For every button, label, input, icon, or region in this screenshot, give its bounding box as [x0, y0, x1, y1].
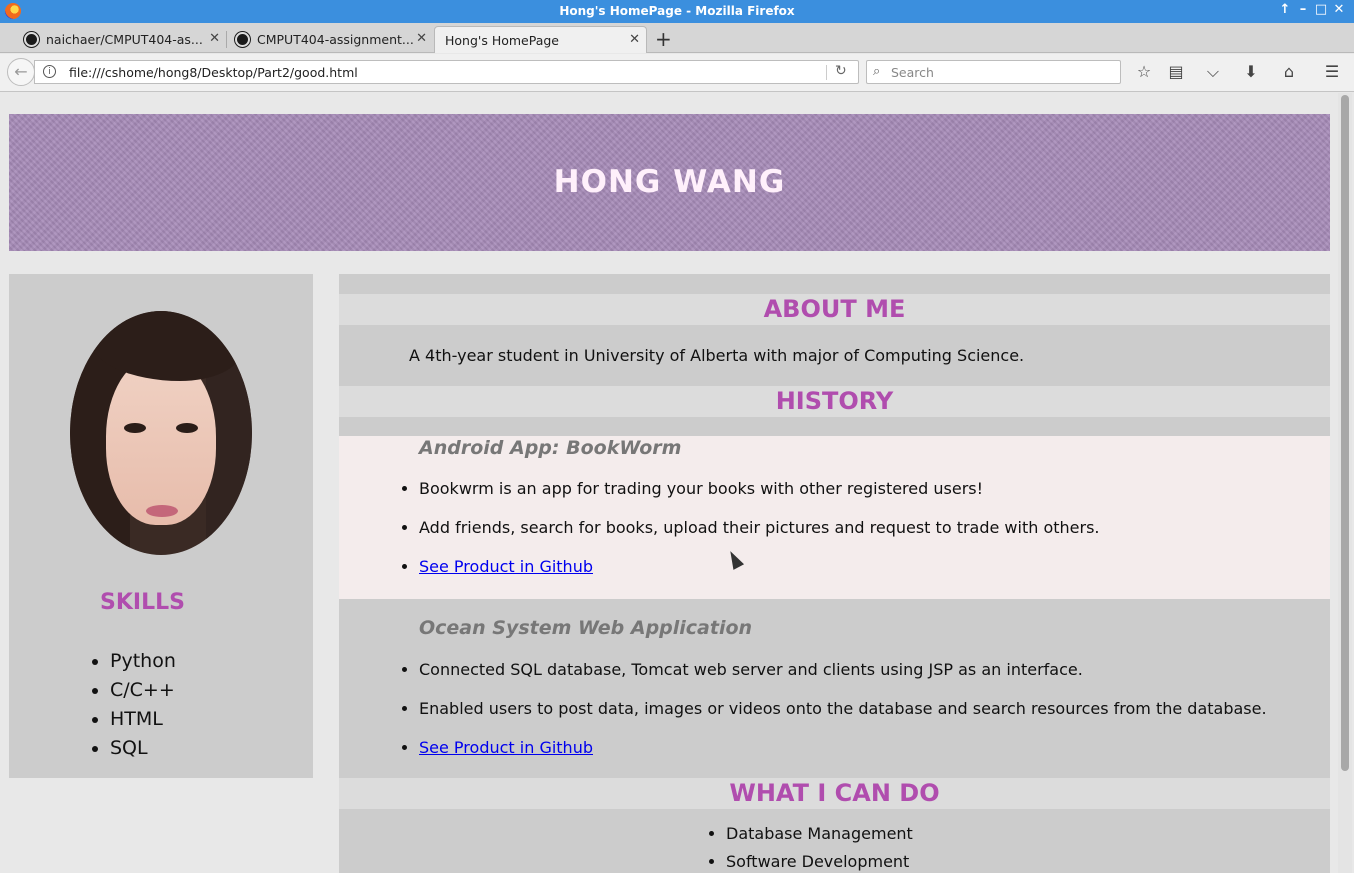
back-button[interactable]: ←	[7, 58, 35, 86]
photo-mouth	[146, 505, 178, 517]
bookmarks-menu-icon[interactable]: ▤	[1165, 62, 1187, 81]
tab-close-icon[interactable]: ✕	[629, 32, 640, 47]
tab-close-icon[interactable]: ✕	[209, 31, 220, 46]
history-heading: HISTORY	[339, 386, 1330, 417]
reload-icon[interactable]: ↻	[835, 63, 847, 79]
cando-list: Database Management Software Development	[726, 822, 913, 873]
keep-above-icon[interactable]: ↑	[1277, 2, 1293, 17]
github-link[interactable]: See Product in Github	[419, 557, 593, 576]
urlbar-divider	[826, 65, 827, 80]
skill-item: Python	[110, 647, 176, 676]
main-content: ABOUT ME A 4th-year student in Universit…	[339, 274, 1330, 873]
pocket-icon[interactable]: ⌵	[1202, 62, 1224, 82]
skills-list: Python C/C++ HTML SQL	[110, 647, 176, 763]
search-input[interactable]: ⌕ Search	[866, 60, 1121, 84]
tab-homepage[interactable]: Hong's HomePage ✕	[434, 26, 647, 53]
window-title: Hong's HomePage - Mozilla Firefox	[559, 4, 795, 18]
photo-face	[106, 355, 216, 525]
about-text: A 4th-year student in University of Albe…	[409, 346, 1025, 365]
project-bookworm: Android App: BookWorm Bookwrm is an app …	[339, 436, 1330, 599]
info-icon[interactable]: i	[43, 65, 56, 78]
github-icon	[24, 32, 39, 47]
github-link[interactable]: See Product in Github	[419, 738, 593, 757]
skill-item: HTML	[110, 705, 176, 734]
navigation-toolbar: ← i file:///cshome/hong8/Desktop/Part2/g…	[0, 54, 1354, 92]
search-icon: ⌕	[873, 64, 881, 79]
skill-item: C/C++	[110, 676, 176, 705]
project-point: Add friends, search for books, upload th…	[419, 516, 1100, 555]
project-point: Connected SQL database, Tomcat web serve…	[419, 658, 1267, 697]
downloads-icon[interactable]: ⬇	[1240, 62, 1262, 81]
url-text: file:///cshome/hong8/Desktop/Part2/good.…	[69, 65, 358, 80]
scrollbar-thumb[interactable]	[1341, 95, 1349, 771]
tab-label: Hong's HomePage	[445, 33, 560, 48]
page-title: HONG WANG	[553, 164, 786, 200]
project-title: Ocean System Web Application	[419, 617, 753, 639]
maximize-icon[interactable]: □	[1313, 2, 1329, 17]
url-bar[interactable]: i file:///cshome/hong8/Desktop/Part2/goo…	[34, 60, 859, 84]
project-link-item: See Product in Github	[419, 736, 1267, 775]
project-ocean: Ocean System Web Application Connected S…	[339, 599, 1330, 778]
project-points: Bookwrm is an app for trading your books…	[419, 477, 1100, 594]
tab-strip: naichaer/CMPUT404-as... ✕ CMPUT404-assig…	[0, 23, 1354, 53]
project-title: Android App: BookWorm	[419, 437, 682, 459]
cando-item: Database Management	[726, 822, 913, 850]
photo-eye-left	[124, 423, 146, 433]
project-link-item: See Product in Github	[419, 555, 1100, 594]
header-banner: HONG WANG	[9, 114, 1330, 251]
window-titlebar: Hong's HomePage - Mozilla Firefox ↑ – □ …	[0, 0, 1354, 23]
window-close-icon[interactable]: ✕	[1331, 2, 1347, 17]
search-placeholder: Search	[891, 65, 934, 80]
tab-github-1[interactable]: naichaer/CMPUT404-as... ✕	[16, 26, 226, 53]
tab-close-icon[interactable]: ✕	[416, 31, 427, 46]
profile-photo	[70, 311, 252, 555]
about-heading: ABOUT ME	[339, 294, 1330, 325]
home-icon[interactable]: ⌂	[1278, 62, 1300, 81]
skills-heading: SKILLS	[100, 590, 185, 615]
tab-label: naichaer/CMPUT404-as...	[46, 32, 203, 47]
tab-github-2[interactable]: CMPUT404-assignment... ✕	[227, 26, 433, 53]
tab-label: CMPUT404-assignment...	[257, 32, 414, 47]
minimize-icon[interactable]: –	[1295, 2, 1311, 17]
github-icon	[235, 32, 250, 47]
bookmark-star-icon[interactable]: ☆	[1133, 62, 1155, 81]
skill-item: SQL	[110, 734, 176, 763]
new-tab-icon[interactable]: +	[655, 27, 672, 51]
sidebar: SKILLS Python C/C++ HTML SQL	[9, 274, 313, 778]
project-points: Connected SQL database, Tomcat web serve…	[419, 658, 1267, 775]
menu-icon[interactable]: ☰	[1321, 62, 1343, 81]
cando-item: Software Development	[726, 850, 913, 873]
project-point: Enabled users to post data, images or vi…	[419, 697, 1267, 736]
photo-eye-right	[176, 423, 198, 433]
page-scrollbar[interactable]	[1338, 93, 1352, 873]
cando-heading: WHAT I CAN DO	[339, 778, 1330, 809]
project-point: Bookwrm is an app for trading your books…	[419, 477, 1100, 516]
page-viewport: HONG WANG SKILLS Python C/C++ HTML SQL A…	[0, 93, 1354, 873]
